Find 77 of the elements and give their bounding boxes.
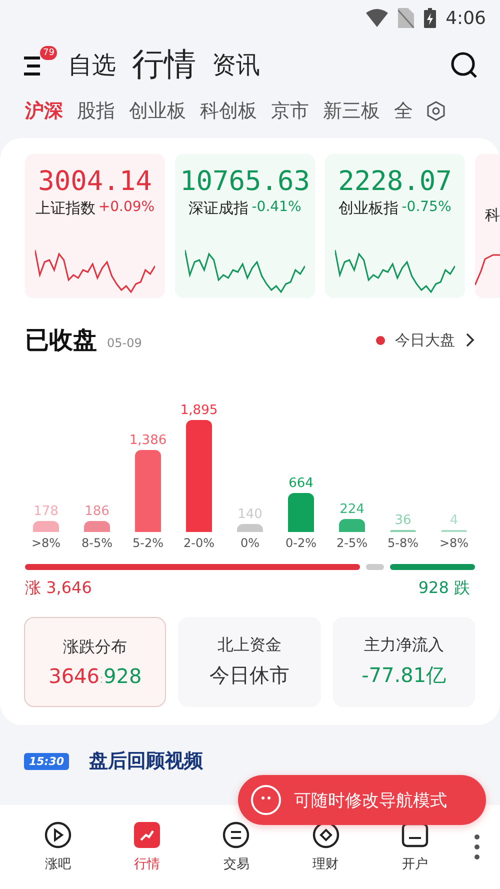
status-dot	[376, 336, 385, 344]
bar-category: >8%	[31, 536, 61, 550]
notification-badge: 79	[40, 46, 58, 60]
settings-icon[interactable]	[427, 101, 445, 121]
clock-time: 4:06	[446, 8, 486, 28]
bar-category: 0-2%	[285, 536, 316, 550]
stat-card[interactable]: 涨跌分布 3646:928	[24, 617, 166, 707]
market-tab[interactable]: 京市	[271, 98, 309, 124]
nav-item[interactable]: 交易	[206, 821, 266, 873]
bar-value: 4	[450, 513, 458, 528]
section-date: 05-09	[107, 336, 142, 350]
market-tab[interactable]: 沪深	[25, 98, 63, 124]
market-tab[interactable]: 新三板	[323, 98, 380, 124]
bar-value: 36	[394, 512, 412, 528]
market-tab[interactable]: 全	[394, 98, 413, 124]
index-name: 上证指数	[35, 199, 96, 218]
index-name: 科	[485, 206, 500, 225]
stat-value: 今日休市	[209, 662, 290, 689]
rise-count: 涨 3,646	[25, 578, 92, 599]
market-tab[interactable]: 股指	[77, 98, 115, 124]
bar-value: 664	[288, 476, 314, 491]
index-card[interactable]: 3004.14 上证指数 +0.09%	[25, 154, 165, 298]
index-card[interactable]: 10765.63 深证成指 -0.41%	[175, 154, 315, 298]
bar-value: 224	[340, 502, 364, 517]
no-sim-icon	[398, 8, 414, 28]
play-icon	[44, 821, 72, 849]
stat-title: 北上资金	[217, 635, 282, 656]
bar-value: 186	[84, 504, 110, 520]
index-value: 10765.63	[180, 166, 310, 197]
header-tab[interactable]: 资讯	[212, 49, 260, 81]
market-tab[interactable]: 科创板	[200, 98, 257, 124]
stat-title: 主力净流入	[364, 635, 444, 656]
swap-icon	[222, 821, 250, 849]
stat-card[interactable]: 北上资金 今日休市	[178, 617, 321, 707]
stat-card[interactable]: 主力净流入 -77.81亿	[332, 617, 475, 707]
market-tab[interactable]: 创业板	[129, 98, 186, 124]
battery-icon	[424, 8, 436, 28]
nav-item[interactable]: 行情	[117, 821, 178, 873]
chart-icon	[133, 821, 162, 849]
bar-category: 5-8%	[387, 536, 418, 550]
video-title[interactable]: 盘后回顾视频	[89, 748, 204, 774]
index-name: 深证成指	[188, 199, 249, 218]
bar-value: 178	[34, 504, 58, 520]
more-icon[interactable]	[474, 834, 480, 860]
nav-item[interactable]: 理财	[296, 821, 356, 873]
bar-category: 0%	[240, 536, 260, 550]
nav-item[interactable]: 涨吧	[28, 821, 88, 873]
header-tab[interactable]: 自选	[68, 49, 116, 81]
bar-value: 1,895	[180, 403, 218, 418]
chevron-right-icon[interactable]	[465, 332, 475, 348]
market-link[interactable]: 今日大盘	[395, 330, 455, 350]
stat-title: 涨跌分布	[63, 636, 128, 658]
bar-category: 2-0%	[183, 536, 214, 550]
header-tab[interactable]: 行情	[132, 43, 196, 87]
index-value: 3004.14	[38, 166, 152, 197]
index-change: -0.41%	[252, 199, 302, 217]
smiley-icon	[250, 784, 282, 816]
section-title: 已收盘	[25, 325, 97, 356]
bar-value: 1,386	[129, 433, 167, 448]
bar-category: >8%	[439, 536, 469, 550]
stat-value: -77.81亿	[362, 662, 446, 689]
wifi-icon	[366, 9, 388, 27]
stat-value: 3646:928	[48, 664, 142, 688]
index-change: +0.09%	[98, 199, 155, 217]
index-card[interactable]: 科	[475, 154, 500, 298]
time-badge: 15:30	[24, 752, 70, 770]
index-change: -0.75%	[402, 199, 452, 217]
bar-category: 8-5%	[81, 536, 112, 550]
tooltip-text: 可随时修改导航模式	[294, 790, 447, 812]
bar-category: 2-5%	[336, 536, 368, 550]
search-icon[interactable]	[450, 51, 478, 79]
menu-icon[interactable]	[24, 56, 42, 76]
bar-category: 5-2%	[132, 536, 164, 550]
index-card[interactable]: 2228.07 创业板指 -0.75%	[325, 154, 465, 298]
fall-count: 928 跌	[418, 578, 470, 599]
index-name: 创业板指	[338, 199, 399, 218]
index-value: 2228.07	[338, 166, 452, 197]
